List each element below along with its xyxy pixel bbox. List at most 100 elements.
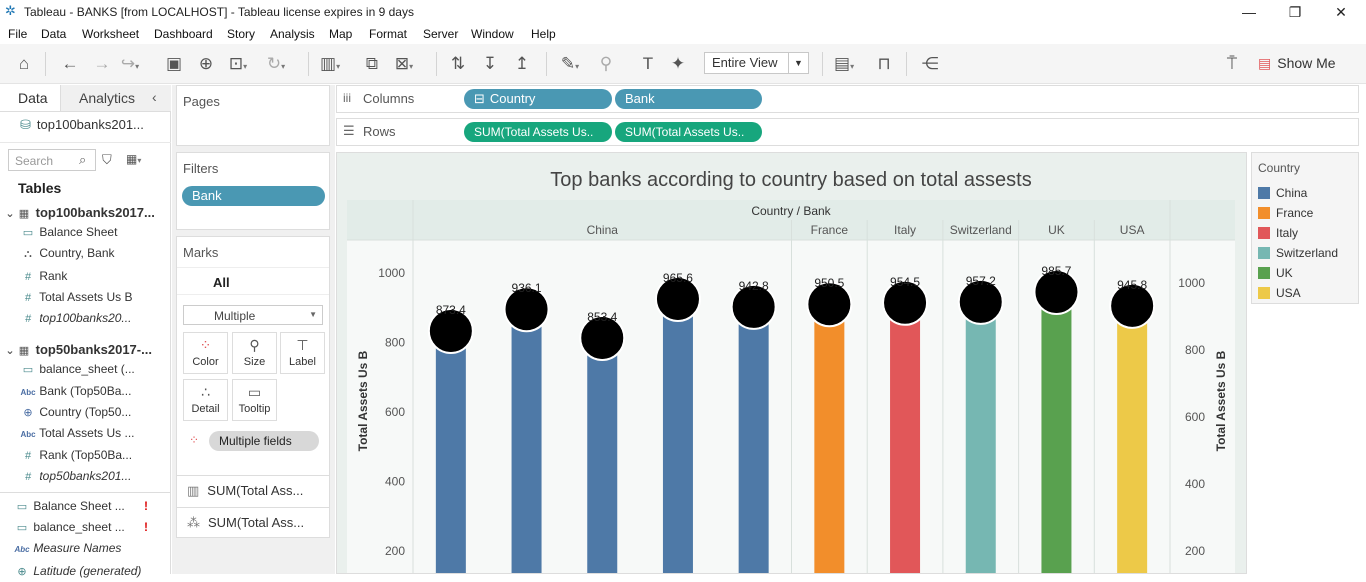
show-me-button[interactable]: ▤ Show Me: [1258, 52, 1336, 74]
field-item[interactable]: ▭ balance_sheet (...: [20, 359, 185, 380]
field-label: Balance Sheet ...: [33, 499, 125, 513]
undo-icon[interactable]: ←: [60, 52, 80, 76]
marks-sum1-tab[interactable]: ▥ SUM(Total Ass...: [187, 483, 303, 499]
replay-icon[interactable]: ↪▾: [120, 52, 140, 76]
menu-analysis[interactable]: Analysis: [270, 27, 315, 41]
field-label: top100banks20...: [39, 311, 132, 325]
field-item[interactable]: # Rank (Top50Ba...: [20, 445, 185, 466]
duplicate-sheet-icon[interactable]: ⧉: [362, 52, 382, 76]
rows-shelf[interactable]: ☰ Rows SUM(Total Assets Us.. SUM(Total A…: [336, 118, 1359, 146]
menu-server[interactable]: Server: [423, 27, 458, 41]
field-item[interactable]: Abc Total Assets Us ...: [20, 423, 185, 444]
menu-map[interactable]: Map: [329, 27, 352, 41]
marks-sum2-tab[interactable]: ⁂ SUM(Total Ass...: [187, 515, 304, 531]
filter-icon[interactable]: ⛉: [102, 152, 112, 168]
search-input[interactable]: Search ⌕: [8, 149, 96, 171]
table-top100[interactable]: ⌄ ▦ top100banks2017...: [0, 202, 165, 223]
label-button[interactable]: ⊤ Label: [280, 332, 325, 374]
legend-item[interactable]: France: [1258, 203, 1313, 223]
fit-dropdown[interactable]: Entire View ▼: [704, 52, 809, 74]
fix-axes-icon[interactable]: ✦: [668, 52, 688, 76]
clear-sheet-icon[interactable]: ⊠▾: [394, 52, 414, 76]
menu-data[interactable]: Data: [41, 27, 66, 41]
color-button[interactable]: ⁘ Color: [183, 332, 228, 374]
highlight-icon[interactable]: ✎▾: [560, 52, 580, 76]
legend-item[interactable]: Switzerland: [1258, 243, 1338, 263]
table-top50[interactable]: ⌄ ▦ top50banks2017-...: [0, 339, 165, 360]
show-cards-icon[interactable]: ▤▾: [834, 52, 854, 76]
field-item[interactable]: # top100banks20...: [20, 308, 185, 329]
legend-item[interactable]: Italy: [1258, 223, 1298, 243]
field-item[interactable]: # top50banks201...: [20, 466, 185, 487]
field-item[interactable]: Abc Measure Names: [14, 538, 179, 559]
format-painter-icon[interactable]: ⍑: [1222, 52, 1242, 76]
filters-card[interactable]: Filters Bank: [176, 152, 330, 230]
size-button[interactable]: ⚲ Size: [232, 332, 277, 374]
group-members-icon[interactable]: ⚲: [596, 52, 616, 76]
marks-all-tab[interactable]: All: [177, 267, 329, 295]
menu-file[interactable]: File: [8, 27, 27, 41]
detail-button[interactable]: ∴ Detail: [183, 379, 228, 421]
bar: [890, 288, 921, 573]
field-item[interactable]: ▭ balance_sheet ...!: [14, 517, 179, 538]
country-header: Italy: [894, 223, 916, 237]
row-pill-sum2[interactable]: SUM(Total Assets Us..: [615, 122, 762, 142]
field-item[interactable]: ⊕ Country (Top50...: [20, 402, 185, 423]
tooltip-button[interactable]: ▭ Tooltip: [232, 379, 277, 421]
restore-icon[interactable]: ❐: [1280, 2, 1310, 22]
multiple-fields-pill[interactable]: Multiple fields: [209, 431, 319, 451]
mark-circle: [1115, 288, 1150, 323]
y-tick-label-right: 1000: [1178, 276, 1205, 290]
legend-label: Italy: [1276, 226, 1299, 240]
show-mark-labels-icon[interactable]: T: [638, 52, 658, 76]
menu-help[interactable]: Help: [531, 27, 556, 41]
field-item[interactable]: ▭ Balance Sheet ...!: [14, 496, 179, 517]
row-pill-sum1[interactable]: SUM(Total Assets Us..: [464, 122, 612, 142]
filter-pill-bank[interactable]: Bank: [182, 186, 325, 206]
close-icon[interactable]: ✕: [1326, 2, 1356, 22]
home-icon[interactable]: ⌂: [14, 52, 34, 76]
field-item[interactable]: ›⛬ Country, Bank: [20, 243, 185, 264]
field-item[interactable]: ▭ Balance Sheet: [20, 222, 185, 243]
legend-item[interactable]: USA: [1258, 283, 1301, 303]
presentation-mode-icon[interactable]: ⊓: [874, 52, 894, 76]
field-label: Total Assets Us B: [39, 290, 133, 304]
legend-item[interactable]: UK: [1258, 263, 1293, 283]
share-icon[interactable]: ⋲: [920, 52, 940, 76]
tab-data[interactable]: Data: [0, 85, 66, 111]
color-legend[interactable]: Country China France Italy Switzerland U…: [1251, 152, 1359, 304]
menu-story[interactable]: Story: [227, 27, 255, 41]
menu-dashboard[interactable]: Dashboard: [154, 27, 213, 41]
new-datasource-icon[interactable]: ⊕: [196, 52, 216, 76]
redo-icon[interactable]: →: [92, 52, 112, 76]
column-pill-bank[interactable]: Bank: [615, 89, 762, 109]
mark-type-dropdown[interactable]: Multiple ▼: [183, 305, 323, 325]
bar: [1041, 277, 1072, 573]
minimize-icon[interactable]: —: [1234, 2, 1264, 22]
refresh-icon[interactable]: ↻▾: [266, 52, 286, 76]
multiple-fields-icon: ⁘: [189, 433, 200, 447]
pages-card[interactable]: Pages: [176, 85, 330, 146]
field-item[interactable]: # Total Assets Us B: [20, 287, 185, 308]
columns-shelf[interactable]: iii Columns ⊟ Country Bank: [336, 85, 1359, 113]
country-header: USA: [1120, 223, 1145, 237]
menu-format[interactable]: Format: [369, 27, 407, 41]
menu-window[interactable]: Window: [471, 27, 514, 41]
legend-item[interactable]: China: [1258, 183, 1307, 203]
sort-descending-icon[interactable]: ↥: [512, 52, 532, 76]
legend-label: USA: [1276, 286, 1301, 300]
view-options-icon[interactable]: ▦▾: [126, 152, 141, 166]
bar-chart[interactable]: Top banks according to country based on …: [337, 153, 1246, 573]
save-icon[interactable]: ▣: [164, 52, 184, 76]
datasource-item[interactable]: ⛁ top100banks201...: [20, 117, 144, 133]
swap-rows-columns-icon[interactable]: ⇅: [448, 52, 468, 76]
collapse-pane-icon[interactable]: ‹: [152, 89, 157, 105]
field-item[interactable]: ⊕ Latitude (generated): [14, 561, 179, 582]
column-pill-country[interactable]: ⊟ Country: [464, 89, 612, 109]
menu-worksheet[interactable]: Worksheet: [82, 27, 139, 41]
field-item[interactable]: # Rank: [20, 266, 185, 287]
sort-ascending-icon[interactable]: ↧: [480, 52, 500, 76]
new-worksheet-icon[interactable]: ▥▾: [320, 52, 340, 76]
pause-updates-icon[interactable]: ⊡▾: [228, 52, 248, 76]
field-item[interactable]: Abc Bank (Top50Ba...: [20, 381, 185, 402]
